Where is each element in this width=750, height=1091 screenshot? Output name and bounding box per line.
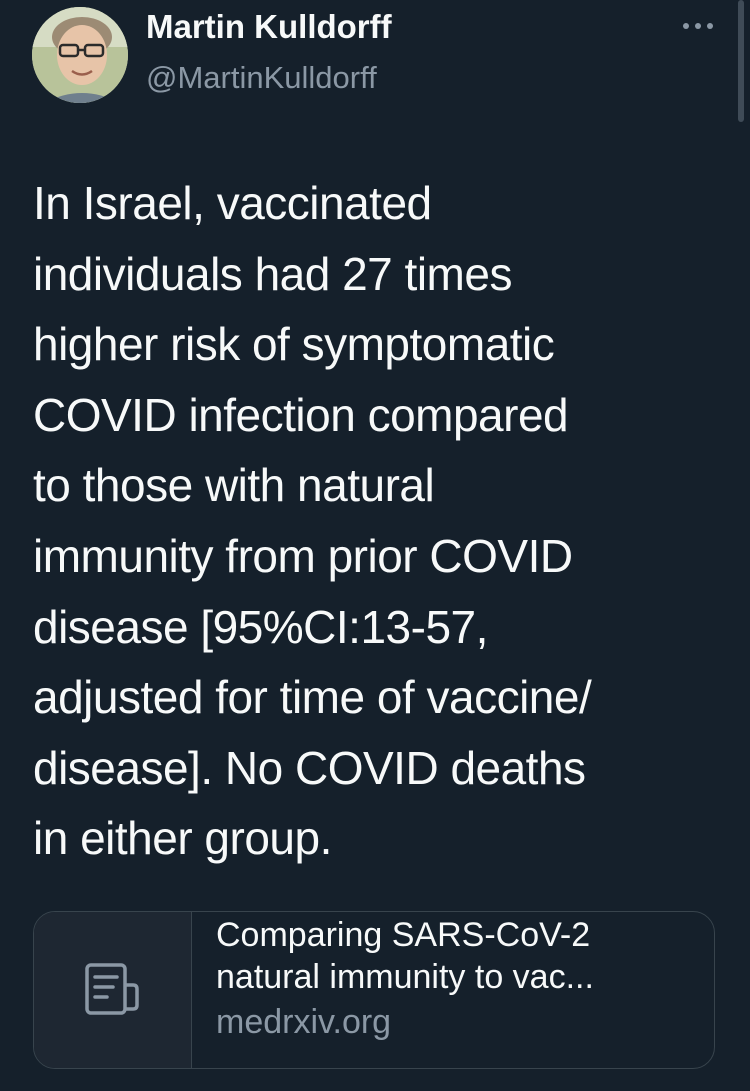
more-options-button[interactable] xyxy=(676,10,720,42)
tweet-text: In Israel, vaccinated individuals had 27… xyxy=(33,168,733,874)
link-card-domain: medrxiv.org xyxy=(216,1003,392,1041)
link-card-thumbnail xyxy=(34,912,192,1068)
tweet-text-line: in either group. xyxy=(33,812,332,865)
tweet-text-line: In Israel, vaccinated xyxy=(33,177,432,229)
display-name[interactable]: Martin Kulldorff xyxy=(146,8,392,46)
user-handle[interactable]: @MartinKulldorff xyxy=(146,60,377,96)
document-icon xyxy=(84,963,139,1015)
avatar-photo xyxy=(32,7,128,103)
avatar[interactable] xyxy=(32,7,128,103)
link-card-body: Comparing SARS-CoV-2 natural immunity to… xyxy=(216,914,698,1046)
tweet-text-line: individuals had 27 times xyxy=(33,247,512,300)
tweet-text-line: disease]. No COVID deaths xyxy=(33,741,586,794)
scrollbar[interactable] xyxy=(738,0,744,122)
link-preview-card[interactable]: Comparing SARS-CoV-2 natural immunity to… xyxy=(33,911,715,1069)
tweet-text-line: COVID infection compared xyxy=(33,388,569,441)
link-card-title: natural immunity to vac... xyxy=(216,958,594,996)
tweet-text-line: higher risk of symptomatic xyxy=(33,318,555,371)
more-dots-icon xyxy=(683,23,713,29)
tweet-text-line: disease [95%CI:13-57, xyxy=(33,600,488,653)
tweet-text-line: immunity from prior COVID xyxy=(33,529,573,582)
tweet-text-line: to those with natural xyxy=(33,459,435,512)
tweet-text-line: adjusted for time of vaccine/ xyxy=(33,671,592,724)
link-card-title: Comparing SARS-CoV-2 xyxy=(216,916,591,954)
